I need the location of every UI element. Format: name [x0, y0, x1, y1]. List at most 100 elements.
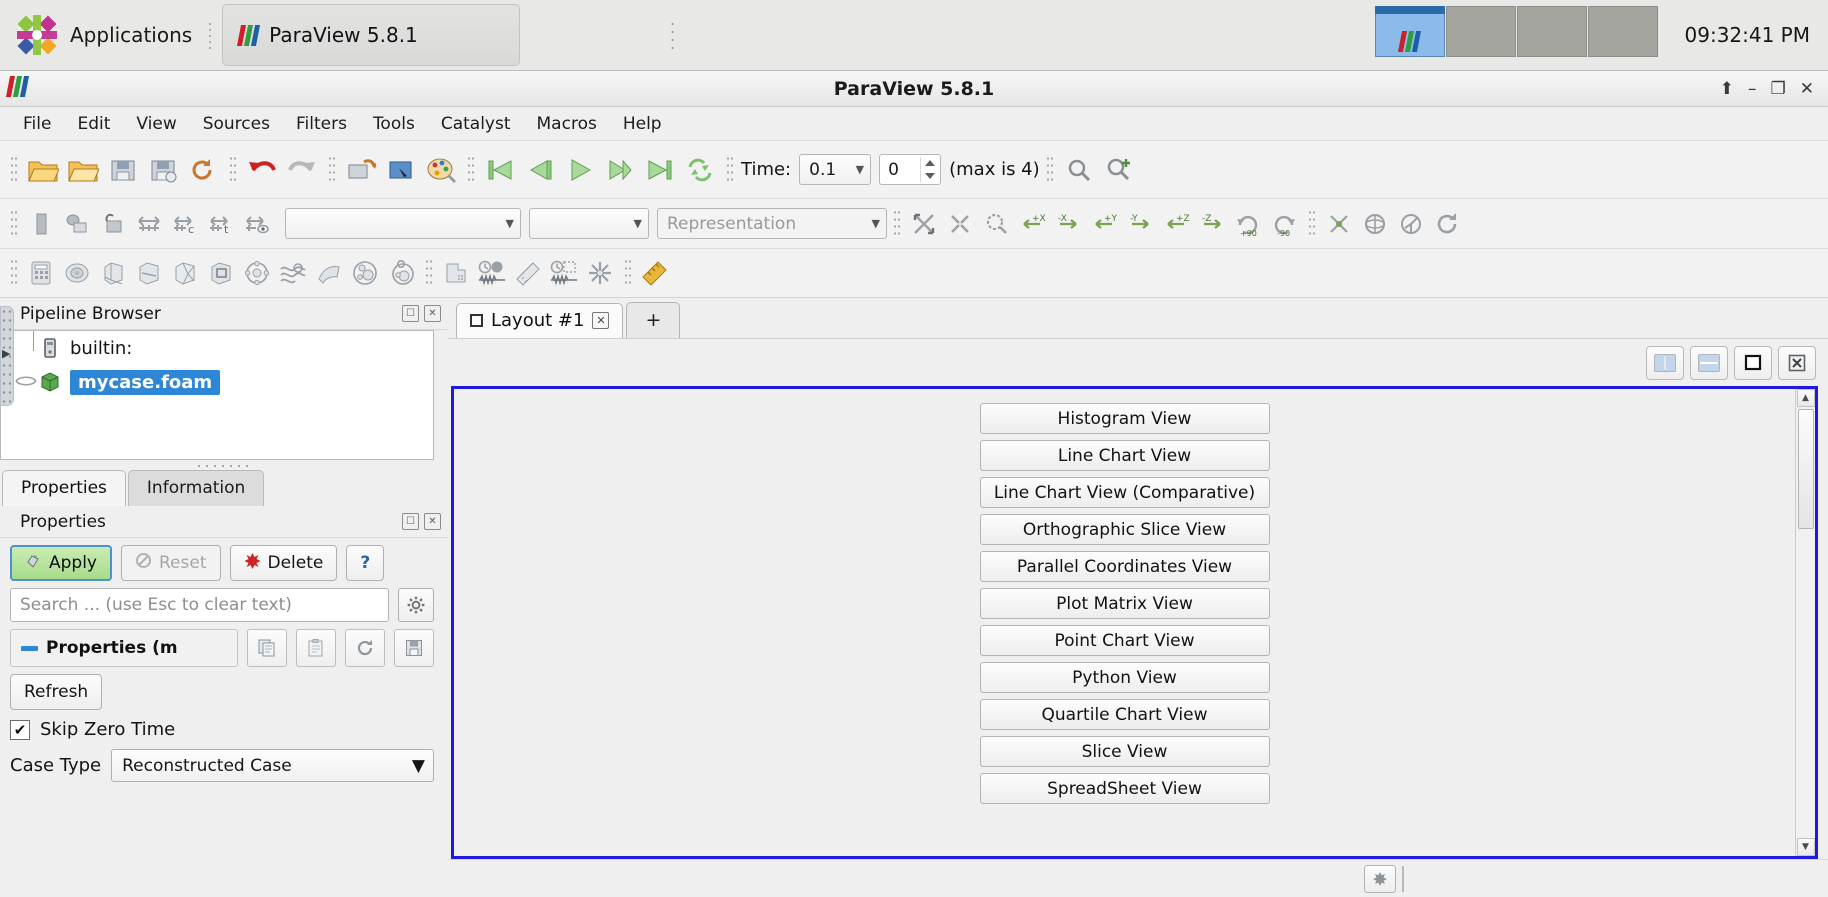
scroll-down-arrow-icon[interactable]: ▼ [1796, 838, 1815, 856]
window-shade-button[interactable]: ⬆ [1720, 79, 1734, 99]
apply-button[interactable]: Apply [10, 545, 112, 581]
rotate-90-plus-icon[interactable]: +90 [1230, 206, 1266, 242]
window-restore-button[interactable]: ❐ [1771, 79, 1786, 99]
slice-icon[interactable] [131, 255, 167, 291]
toolbar-grip-camera[interactable] [328, 154, 335, 185]
pipeline-close-button[interactable]: ✕ [424, 305, 441, 322]
center-axes-visibility-icon[interactable] [1393, 206, 1429, 242]
plus-x-icon[interactable]: +X [1014, 206, 1050, 242]
rescale-custom-icon[interactable]: c [167, 206, 203, 242]
workspace-2[interactable] [1445, 6, 1516, 57]
view-button-line-chart-view-comparative[interactable]: Line Chart View (Comparative) [979, 477, 1270, 508]
workspace-1[interactable] [1374, 6, 1445, 57]
view-button-line-chart-view[interactable]: Line Chart View [979, 440, 1270, 471]
split-vertical-icon[interactable] [1690, 345, 1728, 380]
pipeline-item-mycase-foam[interactable]: mycase.foam [1, 365, 433, 399]
window-minimize-button[interactable]: – [1748, 79, 1757, 99]
dock-expand-handle[interactable] [0, 306, 14, 406]
pick-center-icon[interactable] [978, 206, 1014, 242]
filters-toolbar-grip[interactable] [10, 258, 17, 288]
zoom-plus-icon[interactable] [1099, 150, 1139, 190]
rescale-data-range-icon[interactable] [131, 206, 167, 242]
menu-tools[interactable]: Tools [360, 110, 428, 138]
menu-help[interactable]: Help [610, 110, 675, 138]
reset-button[interactable]: Reset [121, 545, 221, 581]
color-map-editor-icon[interactable] [421, 150, 461, 190]
redo-icon[interactable] [282, 150, 322, 190]
toolbar-grip-undo[interactable] [229, 154, 236, 185]
menu-view[interactable]: View [123, 110, 189, 138]
menu-catalyst[interactable]: Catalyst [428, 110, 524, 138]
axes-grid-icon[interactable] [1357, 206, 1393, 242]
load-state-icon[interactable] [183, 150, 223, 190]
reset-camera-icon[interactable] [1429, 206, 1465, 242]
menu-sources[interactable]: Sources [190, 110, 283, 138]
workspace-3[interactable] [1516, 6, 1587, 57]
last-filter-icon[interactable] [438, 255, 474, 291]
plot-over-line-icon[interactable] [510, 255, 546, 291]
rescale-temporal-icon[interactable]: t [203, 206, 239, 242]
maximize-view-icon[interactable] [1734, 345, 1772, 380]
plus-y-icon[interactable]: +Y [1086, 206, 1122, 242]
toolbar-grip-time[interactable] [726, 154, 733, 185]
properties-float-button[interactable]: ☐ [402, 513, 419, 530]
gear-icon[interactable] [398, 588, 434, 622]
minus-y-icon[interactable]: -Y [1122, 206, 1158, 242]
scroll-up-arrow-icon[interactable]: ▲ [1796, 389, 1815, 407]
pipeline-float-button[interactable]: ☐ [402, 305, 419, 322]
color-array-combo[interactable]: ▼ [285, 208, 521, 239]
menu-filters[interactable]: Filters [283, 110, 360, 138]
view-button-parallel-coordinates-view[interactable]: Parallel Coordinates View [979, 551, 1270, 582]
solid-color-icon[interactable] [23, 206, 59, 242]
pipeline-browser-tree[interactable]: builtin: mycase.foam [0, 330, 434, 460]
contour-icon[interactable] [59, 255, 95, 291]
view-button-python-view[interactable]: Python View [979, 662, 1270, 693]
previous-frame-icon[interactable] [520, 150, 560, 190]
zoom-icon[interactable] [1059, 150, 1099, 190]
camera-toolbar-grip[interactable] [893, 208, 900, 239]
layout-tab-close-icon[interactable]: ✕ [592, 312, 610, 329]
progress-abort-icon[interactable] [1364, 864, 1396, 893]
view-chooser-scrollbar[interactable]: ▲ ▼ [1795, 389, 1815, 856]
plot-selection-icon[interactable] [546, 255, 582, 291]
view-button-orthographic-slice-view[interactable]: Orthographic Slice View [979, 514, 1270, 545]
view-button-point-chart-view[interactable]: Point Chart View [979, 625, 1270, 656]
threshold-icon[interactable] [167, 255, 203, 291]
scroll-thumb[interactable] [1797, 409, 1814, 529]
reset-center-icon[interactable] [942, 206, 978, 242]
tab-properties[interactable]: Properties [2, 470, 126, 506]
glyph-icon[interactable] [239, 255, 275, 291]
view-button-spreadsheet-view[interactable]: SpreadSheet View [979, 773, 1270, 804]
open-folder-icon[interactable] [23, 150, 63, 190]
view-button-slice-view[interactable]: Slice View [979, 736, 1270, 767]
properties-search-input[interactable]: Search ... (use Esc to clear text) [10, 588, 389, 622]
delete-button[interactable]: Delete [229, 545, 338, 581]
case-type-combo[interactable]: Reconstructed Case ▼ [111, 749, 434, 782]
python-filter-icon[interactable] [582, 255, 618, 291]
view-button-quartile-chart-view[interactable]: Quartile Chart View [979, 699, 1270, 730]
play-icon[interactable] [560, 150, 600, 190]
save-state-icon[interactable] [143, 150, 183, 190]
time-index-spinbox[interactable]: 0 [879, 154, 942, 185]
close-view-icon[interactable] [1778, 345, 1816, 380]
menu-edit[interactable]: Edit [64, 110, 123, 138]
visibility-eye-icon[interactable] [13, 373, 39, 392]
representation-combo[interactable]: Representation ▼ [657, 208, 887, 239]
plus-z-icon[interactable]: +Z [1158, 206, 1194, 242]
panel-drag-handle[interactable] [670, 20, 677, 50]
properties-close-button[interactable]: ✕ [424, 513, 441, 530]
minus-z-icon[interactable]: -Z [1194, 206, 1230, 242]
applications-menu[interactable]: Applications [0, 0, 204, 71]
last-frame-icon[interactable] [640, 150, 680, 190]
skip-zero-time-checkbox[interactable]: ✔ [10, 719, 30, 740]
properties-section-header[interactable]: Properties (m [10, 629, 238, 667]
undo-icon[interactable] [242, 150, 282, 190]
interaction-mode-icon[interactable] [1321, 206, 1357, 242]
rep-toolbar-grip[interactable] [10, 208, 17, 239]
group-datasets-icon[interactable] [347, 255, 383, 291]
panel-clock[interactable]: 09:32:41 PM [1659, 23, 1828, 47]
pipeline-item-builtin[interactable]: builtin: [1, 331, 433, 365]
tab-information[interactable]: Information [127, 470, 265, 506]
view-button-plot-matrix-view[interactable]: Plot Matrix View [979, 588, 1270, 619]
clip-icon[interactable] [95, 255, 131, 291]
